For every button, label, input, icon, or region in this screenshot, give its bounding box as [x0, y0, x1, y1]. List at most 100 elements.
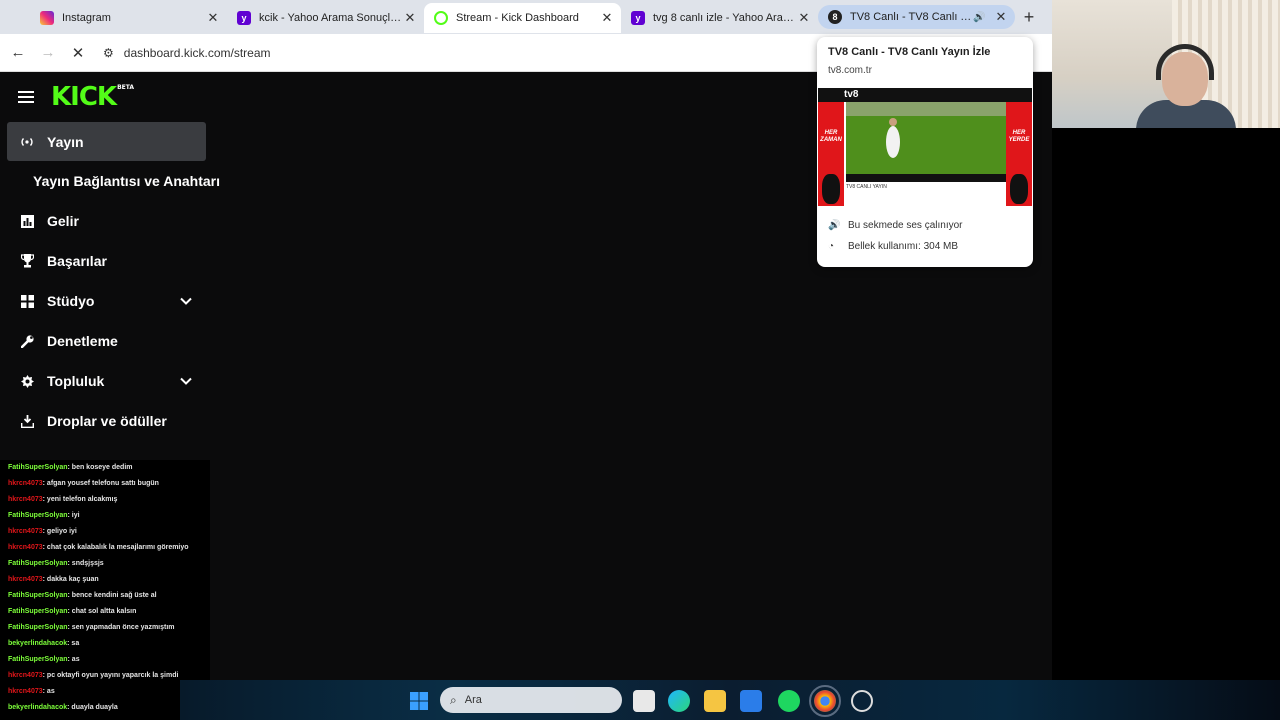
sidebar-item-topluluk[interactable]: Topluluk — [0, 361, 220, 401]
sidebar-item-denetleme[interactable]: Denetleme — [0, 321, 220, 361]
store-icon[interactable] — [740, 690, 762, 712]
chat-message: FatihSuperSolyan: sen yapmadan önce yazm… — [8, 620, 202, 636]
sidebar-item-gelir[interactable]: Gelir — [0, 201, 220, 241]
chat-username[interactable]: FatihSuperSolyan — [8, 592, 68, 599]
chat-message: hkrcn4073: dakka kaç şuan — [8, 572, 202, 588]
tab-title: tvg 8 canlı izle - Yahoo Arama S — [653, 12, 796, 24]
edge-icon[interactable] — [668, 690, 690, 712]
hamburger-menu-icon[interactable] — [18, 91, 34, 103]
new-tab-button[interactable]: + — [1015, 7, 1043, 28]
tv8-logo: tv8 — [844, 89, 859, 100]
tab-yahoo-tvg[interactable]: y tvg 8 canlı izle - Yahoo Arama S ✕ — [621, 3, 818, 33]
chat-text: geliyo iyi — [46, 528, 77, 535]
sidebar-item-label: Droplar ve ödüller — [47, 413, 167, 429]
windows-start-icon[interactable] — [408, 690, 430, 712]
app-icon[interactable] — [851, 690, 873, 712]
chat-username[interactable]: FatihSuperSolyan — [8, 656, 68, 663]
kick-icon — [434, 11, 448, 25]
chrome-icon[interactable] — [809, 685, 841, 717]
tab-tv8[interactable]: 8 TV8 Canlı - TV8 Canlı Yayın 🔊 ✕ — [818, 5, 1015, 29]
chat-username[interactable]: FatihSuperSolyan — [8, 464, 68, 471]
chat-username[interactable]: hkrcn4073 — [8, 688, 43, 695]
sidebar-item-label: Gelir — [47, 213, 79, 229]
kick-logo[interactable]: KICK BETA — [51, 82, 134, 112]
tab-hover-card: TV8 Canlı - TV8 Canlı Yayın İzle tv8.com… — [817, 37, 1033, 267]
chat-username[interactable]: hkrcn4073 — [8, 528, 43, 535]
tab-title: kcik - Yahoo Arama Sonuçları — [259, 12, 402, 24]
chat-username[interactable]: FatihSuperSolyan — [8, 512, 68, 519]
chat-username[interactable]: FatihSuperSolyan — [8, 624, 68, 631]
sidebar-item-label: Başarılar — [47, 253, 107, 269]
chat-username[interactable]: hkrcn4073 — [8, 576, 43, 583]
chat-message: FatihSuperSolyan: iyi — [8, 508, 202, 524]
chat-message: hkrcn4073: pc oktayfi oyun yayını yaparc… — [8, 668, 202, 684]
yahoo-icon: y — [631, 11, 645, 25]
taskbar: ⌕ Ara — [180, 680, 1280, 720]
sidebar-item-label: Yayın — [47, 133, 84, 150]
tab-preview-thumbnail: tv8 HER ZAMAN HER YERDE TV8 CANLI YAYIN — [818, 88, 1032, 208]
sidebar-item-droplar[interactable]: Droplar ve ödüller — [0, 401, 220, 441]
site-settings-icon[interactable]: ⚙ — [103, 46, 114, 60]
chat-text: duayla duayla — [71, 704, 118, 711]
preview-ad-right-text: HER YERDE — [1008, 130, 1030, 143]
drops-icon — [20, 414, 34, 428]
url-field[interactable]: ⚙ dashboard.kick.com/stream — [103, 46, 271, 60]
close-icon[interactable]: ✕ — [402, 10, 418, 26]
tab-instagram[interactable]: Instagram ✕ — [30, 3, 227, 33]
speaker-icon[interactable]: 🔊 — [973, 12, 989, 23]
chat-text: sen yapmadan önce yazmıştım — [71, 624, 175, 631]
chat-message: bekyerlindahacok: sa — [8, 636, 202, 652]
chat-text: chat sol altta kalsın — [71, 608, 137, 615]
sidebar-item-label: Yayın Bağlantısı ve Anahtarı — [33, 173, 220, 189]
chat-username[interactable]: hkrcn4073 — [8, 544, 43, 551]
forward-icon[interactable]: → — [33, 44, 63, 61]
chat-username[interactable]: FatihSuperSolyan — [8, 608, 68, 615]
chevron-down-icon[interactable] — [179, 374, 193, 388]
chat-username[interactable]: hkrcn4073 — [8, 496, 43, 503]
tab-kick-dashboard[interactable]: Stream - Kick Dashboard ✕ — [424, 3, 621, 33]
chat-message: FatihSuperSolyan: chat sol altta kalsın — [8, 604, 202, 620]
sidebar: Yayın Yayın Bağlantısı ve Anahtarı Gelir… — [0, 122, 220, 441]
close-icon[interactable]: ✕ — [599, 10, 615, 26]
chat-message: hkrcn4073: as — [8, 684, 202, 700]
logo-text: KICK — [51, 82, 117, 112]
chat-username[interactable]: hkrcn4073 — [8, 480, 43, 487]
chat-overlay: FatihSuperSolyan: ben koseye dedim hkrcn4… — [0, 460, 210, 720]
close-icon[interactable]: ✕ — [796, 10, 812, 26]
chat-message: FatihSuperSolyan: bence kendini sağ üste… — [8, 588, 202, 604]
chat-username[interactable]: FatihSuperSolyan — [8, 560, 68, 567]
chat-username[interactable]: hkrcn4073 — [8, 672, 43, 679]
close-icon[interactable]: ✕ — [205, 10, 221, 26]
chat-message: bekyerlindahacok: duayla duayla — [8, 700, 202, 716]
task-view-icon[interactable] — [633, 690, 655, 712]
tab-title: Stream - Kick Dashboard — [456, 12, 579, 24]
chat-message: hkrcn4073: yeni telefon alcakmış — [8, 492, 202, 508]
yahoo-icon: y — [237, 11, 251, 25]
chat-message: hkrcn4073: chat çok kalabalık la mesajla… — [8, 540, 202, 556]
sidebar-item-basarilar[interactable]: Başarılar — [0, 241, 220, 281]
back-icon[interactable]: ← — [3, 44, 33, 61]
chevron-down-icon[interactable] — [179, 294, 193, 308]
taskbar-search[interactable]: ⌕ Ara — [440, 687, 622, 713]
sidebar-item-yayin[interactable]: Yayın — [7, 122, 206, 161]
preview-player-controls — [846, 174, 1006, 182]
sidebar-item-studyo[interactable]: Stüdyo — [0, 281, 220, 321]
chat-username[interactable]: bekyerlindahacok — [8, 640, 67, 647]
stop-loading-icon[interactable]: ✕ — [63, 44, 93, 62]
beta-badge: BETA — [117, 84, 135, 91]
chat-text: dakka kaç şuan — [46, 576, 99, 583]
tv8-icon: 8 — [828, 10, 842, 24]
sidebar-item-stream-key[interactable]: Yayın Bağlantısı ve Anahtarı — [0, 161, 220, 201]
close-icon[interactable]: ✕ — [993, 9, 1009, 25]
audio-playing-row: 🔊 Bu sekmede ses çalınıyor — [828, 220, 963, 231]
chat-text: as — [46, 688, 55, 695]
spotify-icon[interactable] — [778, 690, 800, 712]
chat-text: ben koseye dedim — [71, 464, 133, 471]
tab-yahoo-kcik[interactable]: y kcik - Yahoo Arama Sonuçları ✕ — [227, 3, 424, 33]
file-explorer-icon[interactable] — [704, 690, 726, 712]
sidebar-item-label: Topluluk — [47, 373, 105, 389]
tab-title: Instagram — [62, 12, 111, 24]
chat-username[interactable]: bekyerlindahacok — [8, 704, 67, 711]
chat-message: FatihSuperSolyan: ben koseye dedim — [8, 460, 202, 476]
chat-text: pc oktayfi oyun yayını yaparcık la şimdi — [46, 672, 179, 679]
